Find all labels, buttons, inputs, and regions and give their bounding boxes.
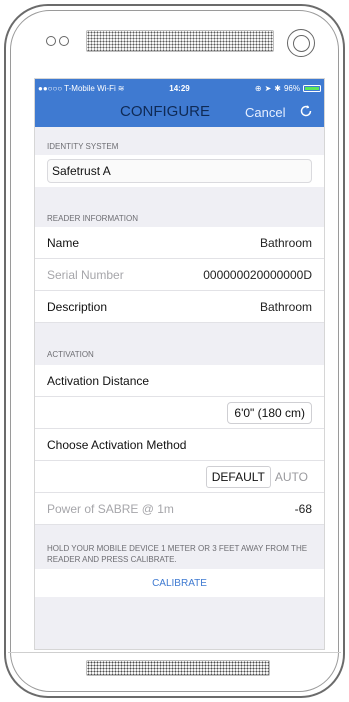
description-row[interactable]: Description Bathroom [35,291,324,323]
status-time: 14:29 [169,83,190,93]
serial-number-value: 000000020000000D [203,267,312,282]
power-value: -68 [294,501,312,516]
reader-name-value: Bathroom [259,235,312,250]
cancel-button[interactable]: Cancel [245,105,285,120]
refresh-icon[interactable] [297,102,315,120]
divider [8,652,341,653]
reader-information-header: READER INFORMATION [47,214,138,223]
method-default-option[interactable]: DEFAULT [205,465,271,488]
bottom-speaker [86,660,270,676]
activation-header: ACTIVATION [47,350,94,359]
description-value: Bathroom [259,299,312,314]
front-camera-icon [287,29,315,57]
page-title: CONFIGURE [120,103,210,120]
activation-distance-picker[interactable]: 6'0" (180 cm) [227,401,312,424]
earpiece-speaker [86,30,274,52]
reader-name-row[interactable]: Name Bathroom [35,227,324,259]
sensor-dots [46,36,69,46]
identity-system-header: IDENTITY SYSTEM [47,142,119,151]
calibrate-button[interactable]: CALIBRATE [152,578,207,589]
activation-method-label: Choose Activation Method [47,437,187,452]
activation-method-segment-row: DEFAULT AUTO [35,461,324,493]
calibrate-row: CALIBRATE [35,569,324,597]
identity-system-input[interactable] [47,159,312,183]
activation-distance-label: Activation Distance [47,373,150,388]
battery-icon [303,84,321,92]
app-screen: ●●○○○ T-Mobile Wi-Fi ≋ 14:29 ⊕ ➤ ✱ 96% C… [34,78,325,650]
serial-number-label: Serial Number [47,267,124,282]
status-bar: ●●○○○ T-Mobile Wi-Fi ≋ 14:29 ⊕ ➤ ✱ 96% [35,79,324,97]
nav-bar: CONFIGURE Cancel [35,97,324,127]
reader-name-label: Name [47,235,80,250]
power-label: Power of SABRE @ 1m [47,501,174,516]
activation-method-segmented-control: DEFAULT AUTO [205,465,312,488]
serial-number-row: Serial Number 000000020000000D [35,259,324,291]
activation-distance-row: Activation Distance [35,365,324,397]
activation-method-row: Choose Activation Method [35,429,324,461]
power-row: Power of SABRE @ 1m -68 [35,493,324,525]
method-auto-option[interactable]: AUTO [271,467,312,487]
activation-distance-value-row: 6'0" (180 cm) [35,397,324,429]
description-label: Description [47,299,108,314]
identity-system-cell [35,155,324,187]
calibrate-instructions: HOLD YOUR MOBILE DEVICE 1 METER OR 3 FEE… [47,544,308,564]
